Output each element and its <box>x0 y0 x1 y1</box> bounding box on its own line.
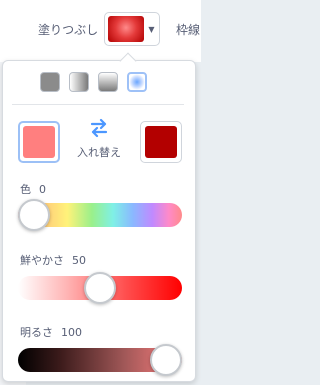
hue-slider-label: 色0 <box>20 181 46 197</box>
brightness-label: 明るさ <box>20 326 53 339</box>
saturation-slider-thumb[interactable] <box>84 272 116 304</box>
hue-slider-thumb[interactable] <box>18 199 50 231</box>
horizontal-gradient-mode-button[interactable] <box>69 72 89 92</box>
hue-label: 色 <box>20 183 31 196</box>
secondary-color-button[interactable] <box>140 121 182 163</box>
gradient-mode-selector <box>40 72 160 94</box>
chevron-down-icon: ▼ <box>148 24 155 34</box>
divider <box>12 104 184 105</box>
saturation-value: 50 <box>72 254 86 267</box>
swap-label: 入れ替え <box>77 146 121 159</box>
fill-color-swatch <box>108 16 144 42</box>
fill-color-button[interactable]: ▼ <box>104 12 160 46</box>
saturation-label: 鮮やかさ <box>20 254 64 267</box>
fill-label: 塗りつぶし <box>38 23 99 37</box>
vertical-gradient-mode-button[interactable] <box>98 72 118 92</box>
saturation-slider[interactable] <box>18 272 182 304</box>
swap-colors-button[interactable]: 入れ替え <box>74 118 124 164</box>
outline-label: 枠線 <box>176 23 201 37</box>
brightness-slider[interactable] <box>18 344 182 376</box>
brightness-slider-thumb[interactable] <box>150 344 182 376</box>
solid-fill-mode-button[interactable] <box>40 72 60 92</box>
brightness-value: 100 <box>61 326 82 339</box>
radial-gradient-mode-button[interactable] <box>127 72 147 92</box>
primary-color-button[interactable] <box>18 121 60 163</box>
brightness-slider-label: 明るさ 100 <box>20 324 82 340</box>
swap-arrows-icon <box>90 118 108 138</box>
paint-toolbar: 塗りつぶし ▼ 枠線 <box>0 0 201 62</box>
primary-color-swatch <box>23 126 55 158</box>
hue-slider[interactable] <box>18 199 182 231</box>
saturation-slider-label: 鮮やかさ 50 <box>20 252 86 268</box>
secondary-color-swatch <box>145 126 177 158</box>
hue-value: 0 <box>39 183 46 196</box>
